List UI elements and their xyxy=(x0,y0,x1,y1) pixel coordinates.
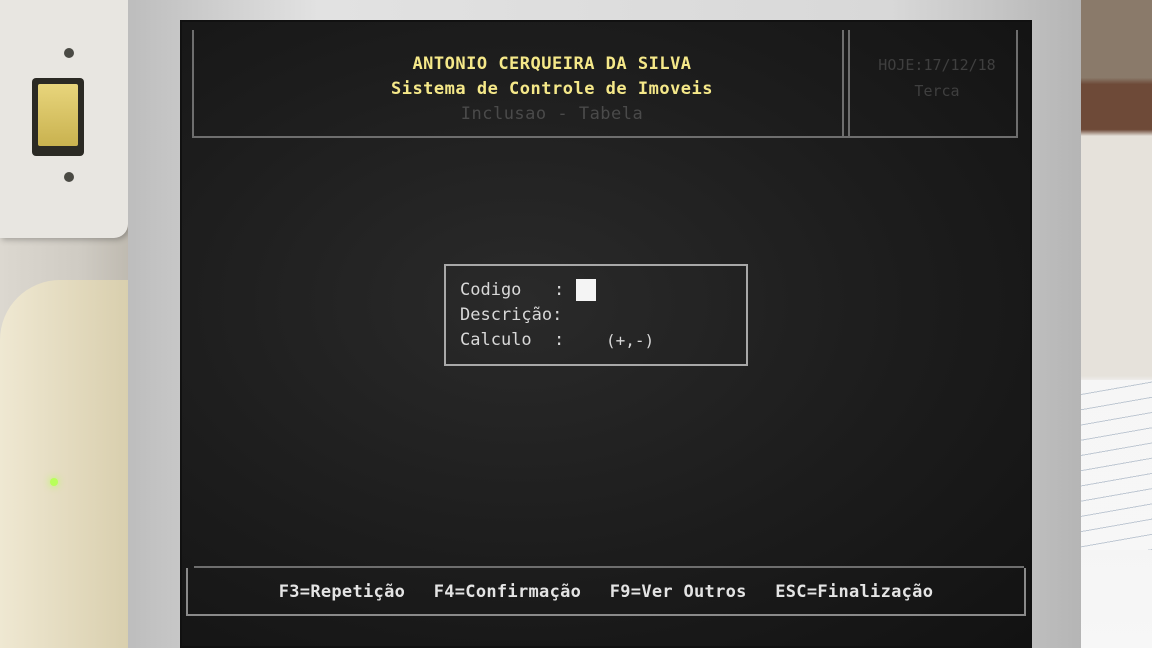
esc-finalize-key[interactable]: ESC=Finalização xyxy=(775,582,933,602)
background-wall-right xyxy=(1080,0,1152,648)
f9-view-others-key[interactable]: F9=Ver Outros xyxy=(610,582,747,602)
wall-switch-plate xyxy=(0,0,128,238)
background-paper xyxy=(1080,380,1152,550)
descricao-label: Descrição: xyxy=(460,305,563,325)
calculo-colon: : xyxy=(554,330,565,350)
light-switch-icon xyxy=(32,78,84,156)
background-device xyxy=(0,280,128,648)
f3-repeat-key[interactable]: F3=Repetição xyxy=(279,582,405,602)
descricao-input[interactable] xyxy=(568,305,728,325)
screw-icon xyxy=(64,172,74,182)
entry-form: Codigo : Descrição: Calculo : (+,-) xyxy=(444,264,748,366)
calculo-hint: (+,-) xyxy=(606,331,655,350)
function-key-bar: F3=Repetição F4=Confirmação F9=Ver Outro… xyxy=(182,582,1030,602)
codigo-colon: : xyxy=(554,280,565,300)
system-title: Sistema de Controle de Imoveis xyxy=(390,79,714,99)
calculo-label: Calculo xyxy=(460,330,532,350)
screw-icon xyxy=(64,48,74,58)
terminal-screen: ANTONIO CERQUEIRA DA SILVA Sistema de Co… xyxy=(180,20,1032,648)
power-led-icon xyxy=(50,478,58,486)
calculo-input[interactable] xyxy=(576,330,596,350)
header-divider xyxy=(842,30,850,138)
f4-confirm-key[interactable]: F4=Confirmação xyxy=(434,582,582,602)
owner-name: ANTONIO CERQUEIRA DA SILVA xyxy=(412,54,692,74)
codigo-input[interactable] xyxy=(576,279,596,301)
codigo-label: Codigo xyxy=(460,280,522,300)
date-display: HOJE:17/12/18 xyxy=(878,56,996,74)
weekday-display: Terca xyxy=(914,82,960,100)
screen-mode: Inclusao - Tabela xyxy=(460,104,644,124)
